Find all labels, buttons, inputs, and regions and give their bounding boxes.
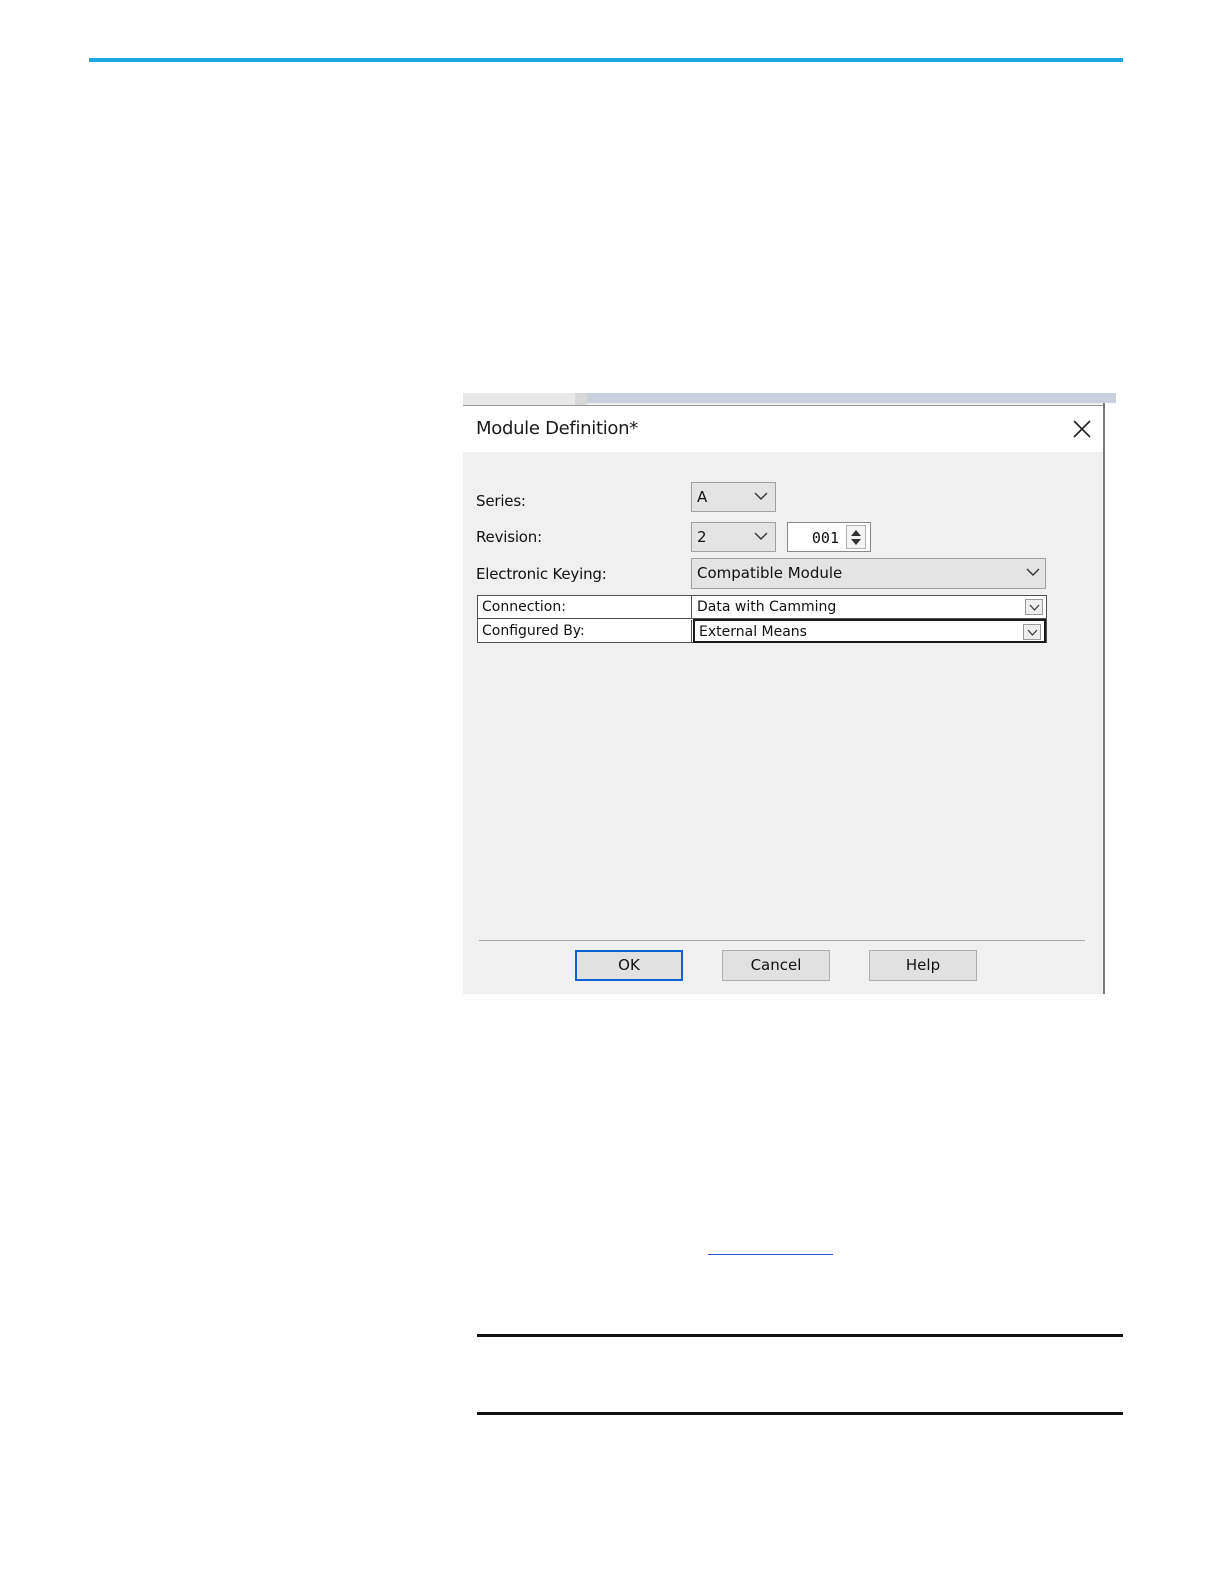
cancel-button[interactable]: Cancel: [722, 950, 830, 981]
revision-minor-stepper[interactable]: 001: [787, 522, 871, 552]
header-accent-rule: [89, 58, 1123, 62]
stepper-arrows[interactable]: [846, 525, 866, 549]
revision-minor-value: 001: [811, 529, 839, 547]
electronic-keying-select[interactable]: Compatible Module: [691, 558, 1046, 589]
connection-value: Data with Camming: [697, 599, 837, 615]
configured-by-label: Configured By:: [482, 623, 585, 639]
connection-select[interactable]: Data with Camming: [693, 596, 1046, 619]
grid-row-connection: Connection: Data with Camming: [478, 596, 1046, 619]
configured-by-select[interactable]: External Means: [693, 619, 1046, 643]
chevron-down-icon: [1026, 568, 1040, 576]
grid-label-cell: Configured By:: [478, 620, 692, 643]
dialog-screenshot: Module Definition* Series: A Revision: 2…: [463, 393, 1116, 994]
background-strip: [463, 393, 575, 405]
configured-by-dropdown-button[interactable]: [1023, 624, 1041, 640]
close-icon: [1073, 420, 1091, 438]
help-button[interactable]: Help: [869, 950, 977, 981]
background-strip: [587, 393, 1116, 403]
grid-label-cell: Connection:: [478, 596, 692, 619]
ok-button[interactable]: OK: [575, 950, 683, 981]
dialog-title: Module Definition*: [476, 418, 638, 439]
stepper-up-icon[interactable]: [851, 530, 861, 536]
revision-major-value: 2: [697, 528, 707, 546]
module-definition-dialog: Module Definition* Series: A Revision: 2…: [463, 405, 1103, 994]
chevron-down-icon: [754, 492, 768, 500]
series-select[interactable]: A: [691, 482, 776, 512]
connection-label: Connection:: [482, 599, 566, 615]
dialog-titlebar: Module Definition*: [463, 406, 1103, 452]
hyperlink-underline[interactable]: [708, 1254, 833, 1255]
configured-by-value: External Means: [699, 624, 807, 640]
revision-label: Revision:: [476, 528, 542, 546]
connection-properties-grid: Connection: Data with Camming Configured…: [477, 595, 1047, 643]
series-label: Series:: [476, 492, 526, 510]
dialog-right-border: [1103, 403, 1105, 994]
grid-row-configured-by: Configured By: External Means: [478, 619, 1046, 643]
close-button[interactable]: [1067, 416, 1097, 442]
button-separator: [479, 940, 1085, 941]
revision-major-select[interactable]: 2: [691, 522, 776, 552]
chevron-down-icon: [1027, 629, 1038, 636]
note-top-rule: [477, 1334, 1123, 1337]
electronic-keying-label: Electronic Keying:: [476, 565, 607, 583]
connection-dropdown-button[interactable]: [1025, 599, 1043, 615]
chevron-down-icon: [754, 532, 768, 540]
electronic-keying-value: Compatible Module: [697, 564, 843, 582]
series-value: A: [697, 488, 708, 506]
stepper-down-icon[interactable]: [851, 539, 861, 545]
chevron-down-icon: [1029, 604, 1040, 611]
note-bottom-rule: [477, 1412, 1123, 1415]
background-strip: [575, 393, 587, 405]
